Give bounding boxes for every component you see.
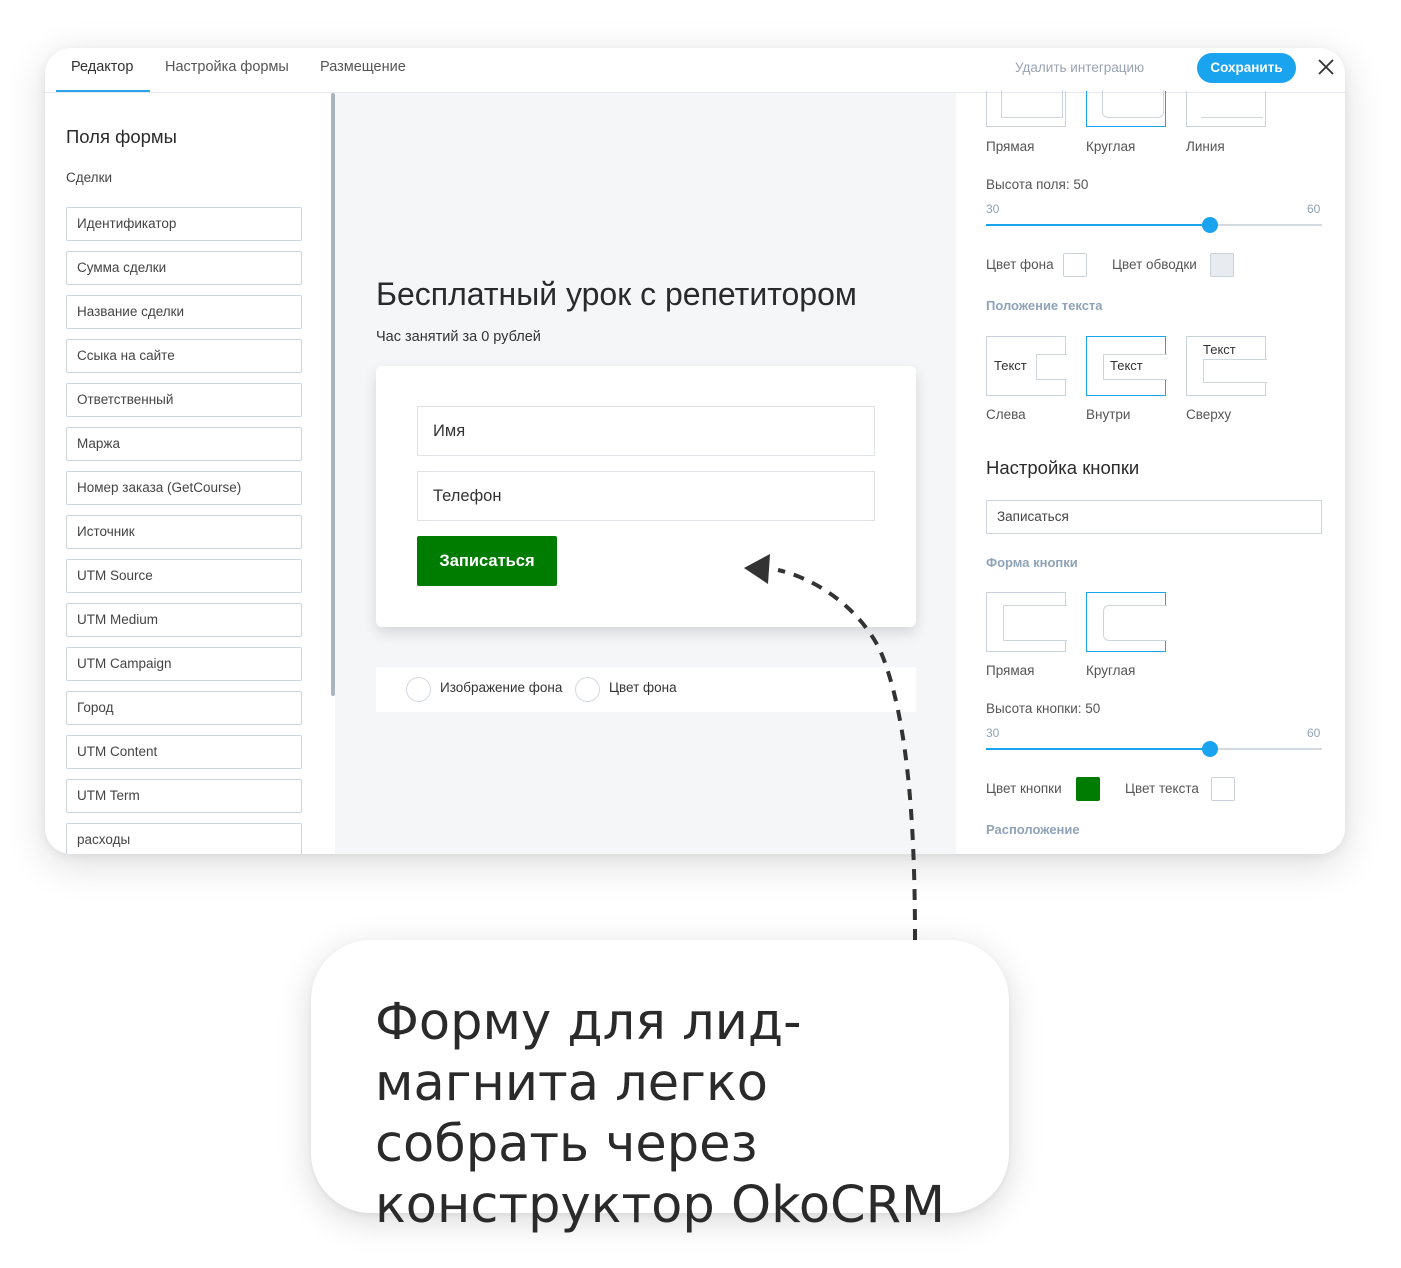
field-shape-round[interactable] <box>1086 90 1166 127</box>
button-height-max: 60 <box>1307 726 1321 740</box>
field-item[interactable]: UTM Content <box>66 735 302 769</box>
phone-input[interactable]: Телефон <box>417 471 875 521</box>
text-position-label-left: Слева <box>986 407 1026 422</box>
tab-form-settings[interactable]: Настройка формы <box>165 48 289 93</box>
form-subtitle: Час занятий за 0 рублей <box>376 329 541 345</box>
field-list: Идентификатор Сумма сделки Название сделки… <box>66 207 302 854</box>
form-fields-panel: Поля формы Сделки Идентификатор Сумма сде… <box>45 93 335 854</box>
field-height-max: 60 <box>1307 202 1321 216</box>
field-height-label: Высота поля: 50 <box>986 177 1089 192</box>
field-item[interactable]: UTM Campaign <box>66 647 302 681</box>
callout-bubble: Форму для лид-магнита легко собрать чере… <box>311 940 1009 1235</box>
field-item[interactable]: Источник <box>66 515 302 549</box>
close-icon[interactable] <box>1315 56 1337 78</box>
form-title: Бесплатный урок с репетитором <box>376 276 857 312</box>
field-item[interactable]: Город <box>66 691 302 725</box>
text-position-label-inside: Внутри <box>1086 407 1131 422</box>
form-builder-window: Редактор Настройка формы Размещение Удал… <box>45 48 1345 854</box>
button-height-slider[interactable] <box>986 741 1322 757</box>
field-shape-label-line: Линия <box>1186 139 1225 154</box>
text-position-top[interactable]: Текст <box>1186 336 1267 396</box>
field-item[interactable]: Идентификатор <box>66 207 302 241</box>
field-item[interactable]: UTM Medium <box>66 603 302 637</box>
panel-title: Поля формы <box>66 126 177 147</box>
button-text-input[interactable]: Записаться <box>986 500 1322 534</box>
button-shape-label-round: Круглая <box>1086 663 1136 678</box>
top-bar: Редактор Настройка формы Размещение Удал… <box>45 48 1345 93</box>
text-color-swatch[interactable] <box>1211 777 1235 801</box>
active-tab-indicator <box>56 90 150 92</box>
bg-image-label: Изображение фона <box>440 680 563 695</box>
bg-color-label: Цвет фона <box>609 680 677 695</box>
placement-heading: Расположение <box>986 822 1080 837</box>
text-position-heading: Положение текста <box>986 298 1103 313</box>
border-color-label: Цвет обводки <box>1112 257 1197 272</box>
button-height-min: 30 <box>986 726 1000 740</box>
field-item[interactable]: Название сделки <box>66 295 302 329</box>
button-shape-heading: Форма кнопки <box>986 555 1078 570</box>
bg-color-label: Цвет фона <box>986 257 1054 272</box>
field-item[interactable]: Номер заказа (GetCourse) <box>66 471 302 505</box>
submit-button[interactable]: Записаться <box>417 536 557 586</box>
field-shape-label-straight: Прямая <box>986 139 1035 154</box>
field-item[interactable]: Ответственный <box>66 383 302 417</box>
field-height-min: 30 <box>986 202 1000 216</box>
bg-color-radio[interactable] <box>575 677 600 702</box>
text-position-label-top: Сверху <box>1186 407 1232 422</box>
sample-text: Текст <box>1110 358 1143 373</box>
tab-placement[interactable]: Размещение <box>320 48 406 93</box>
field-shape-label-round: Круглая <box>1086 139 1136 154</box>
field-item[interactable]: Маржа <box>66 427 302 461</box>
border-color-swatch[interactable] <box>1210 253 1234 277</box>
name-input[interactable]: Имя <box>417 406 875 456</box>
sample-text: Текст <box>994 358 1027 373</box>
bg-color-swatch[interactable] <box>1063 253 1087 277</box>
slider-thumb[interactable] <box>1202 217 1218 233</box>
field-item[interactable]: Ссыка на сайте <box>66 339 302 373</box>
button-shape-straight[interactable] <box>986 592 1067 652</box>
dashed-arrow-icon <box>744 554 917 941</box>
field-shape-line[interactable] <box>1186 91 1266 127</box>
button-color-swatch[interactable] <box>1076 777 1100 801</box>
text-position-left[interactable]: Текст <box>986 336 1067 396</box>
button-settings-title: Настройка кнопки <box>986 457 1140 478</box>
sample-text: Текст <box>1203 342 1236 357</box>
field-height-slider[interactable] <box>986 217 1322 233</box>
button-shape-label-straight: Прямая <box>986 663 1035 678</box>
callout-text: Форму для лид-магнита легко собрать чере… <box>375 993 946 1235</box>
delete-integration-link[interactable]: Удалить интеграцию <box>1015 60 1144 75</box>
field-item[interactable]: Сумма сделки <box>66 251 302 285</box>
text-color-label: Цвет текста <box>1125 781 1199 796</box>
field-item[interactable]: UTM Source <box>66 559 302 593</box>
field-item[interactable]: расходы <box>66 823 302 854</box>
slider-thumb[interactable] <box>1202 741 1218 757</box>
field-item[interactable]: UTM Term <box>66 779 302 813</box>
panel-subtitle: Сделки <box>66 170 113 185</box>
tab-editor[interactable]: Редактор <box>71 48 133 93</box>
button-height-label: Высота кнопки: 50 <box>986 701 1101 716</box>
button-color-label: Цвет кнопки <box>986 781 1062 796</box>
bg-image-radio[interactable] <box>406 677 431 702</box>
field-shape-straight[interactable] <box>986 90 1066 127</box>
text-position-inside[interactable]: Текст <box>1086 336 1167 396</box>
save-button[interactable]: Сохранить <box>1197 53 1296 83</box>
settings-panel: Прямая Круглая Линия Высота поля: 50 30 … <box>956 90 1345 854</box>
button-shape-round[interactable] <box>1086 592 1167 652</box>
